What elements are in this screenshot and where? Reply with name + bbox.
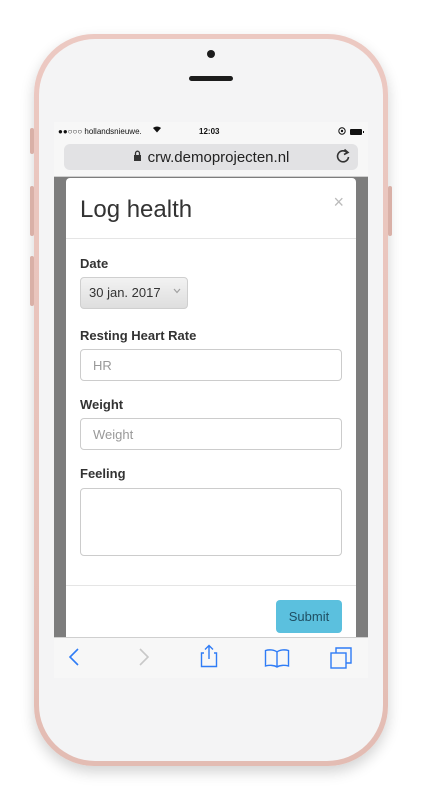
battery-icon: [350, 129, 364, 135]
volume-down-button: [30, 256, 34, 306]
power-button: [388, 186, 392, 236]
reload-icon[interactable]: [336, 148, 350, 168]
address-bar-container: crw.demoprojecten.nl: [54, 142, 368, 177]
lock-icon: [133, 150, 142, 164]
log-health-modal: Log health × Date 30 jan. 2017 Resting H…: [66, 178, 356, 638]
front-camera: [207, 50, 215, 58]
status-right-icons: [338, 127, 364, 137]
date-select[interactable]: 30 jan. 2017: [80, 277, 188, 309]
modal-footer: Submit: [66, 585, 356, 639]
volume-up-button: [30, 186, 34, 236]
browser-toolbar: [54, 637, 368, 678]
heart-rate-placeholder: HR: [93, 358, 112, 373]
submit-button[interactable]: Submit: [276, 600, 342, 633]
modal-title: Log health: [80, 196, 193, 223]
resting-heart-rate-label: Resting Heart Rate: [80, 328, 197, 343]
wifi-icon: [152, 125, 162, 135]
back-icon[interactable]: [68, 647, 80, 673]
earpiece-speaker: [189, 76, 233, 81]
weight-label: Weight: [80, 397, 124, 412]
chevron-down-icon: [173, 286, 181, 296]
status-bar: ●●○○○ hollandsnieuwe. 12:03: [54, 122, 368, 142]
feeling-textarea[interactable]: [80, 488, 342, 556]
modal-header: Log health ×: [66, 178, 356, 239]
tabs-icon[interactable]: [330, 647, 352, 675]
carrier-name: ●●○○○ hollandsnieuwe.: [58, 127, 142, 136]
phone-screen: ●●○○○ hollandsnieuwe. 12:03 crw.demoproj…: [54, 122, 368, 678]
heart-rate-input[interactable]: HR: [80, 349, 342, 381]
status-time: 12:03: [199, 127, 220, 136]
date-label: Date: [80, 256, 109, 271]
address-bar[interactable]: crw.demoprojecten.nl: [64, 144, 358, 170]
forward-icon: [138, 647, 150, 673]
weight-placeholder: Weight: [93, 427, 134, 442]
silent-switch: [30, 128, 34, 154]
bookmarks-icon[interactable]: [264, 648, 290, 674]
weight-input[interactable]: Weight: [80, 418, 342, 450]
location-icon: [338, 127, 346, 137]
date-value: 30 jan. 2017: [89, 285, 161, 300]
url-text: crw.demoprojecten.nl: [147, 148, 290, 166]
share-icon[interactable]: [200, 644, 218, 674]
feeling-label: Feeling: [80, 466, 126, 481]
close-icon[interactable]: ×: [333, 192, 344, 213]
